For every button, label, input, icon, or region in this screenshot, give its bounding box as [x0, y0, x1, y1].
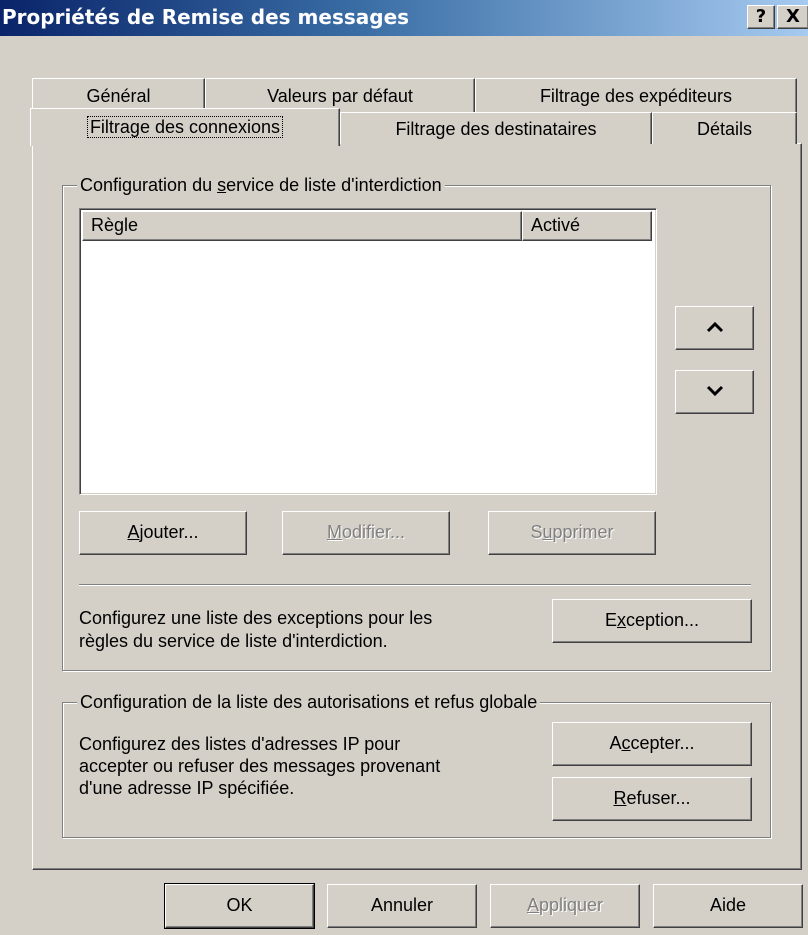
accept-button[interactable]: Accepter...	[552, 722, 752, 766]
help-title-button[interactable]: ?	[747, 5, 775, 29]
global-list-description-line3: d'une adresse IP spécifiée.	[79, 778, 295, 798]
window-title: Propriétés de Remise des messages	[2, 5, 410, 29]
move-up-button[interactable]	[675, 306, 754, 350]
exceptions-description-line1: Configurez une liste des exceptions pour…	[79, 608, 433, 628]
close-title-button[interactable]: X	[777, 5, 808, 29]
blocklist-group-title: Configuration du service de liste d'inte…	[77, 174, 445, 196]
move-down-button[interactable]	[675, 370, 754, 414]
exceptions-description-line2: règles du service de liste d'interdictio…	[79, 631, 388, 651]
apply-button[interactable]: Appliquer	[490, 884, 640, 928]
column-header-rule[interactable]: Règle	[82, 211, 522, 241]
refuse-button[interactable]: Refuser...	[552, 777, 752, 821]
tab-recipient-filtering[interactable]: Filtrage des destinataires	[340, 112, 652, 144]
modify-button[interactable]: Modifier...	[282, 511, 450, 555]
global-list-description-line2: accepter ou refuser des messages provena…	[79, 756, 441, 776]
tab-details[interactable]: Détails	[652, 112, 797, 144]
ok-button[interactable]: OK	[164, 883, 315, 929]
global-list-group-title: Configuration de la liste des autorisati…	[77, 691, 541, 713]
rules-list[interactable]: Règle Activé	[79, 208, 657, 495]
global-list-description-line1: Configurez des listes d'adresses IP pour	[79, 734, 401, 754]
help-button[interactable]: Aide	[653, 884, 803, 928]
delete-button[interactable]: Supprimer	[488, 511, 656, 555]
tab-connection-filtering[interactable]: Filtrage des connexions	[30, 108, 340, 146]
chevron-down-icon	[706, 385, 723, 397]
column-header-enabled[interactable]: Activé	[522, 211, 652, 241]
exception-button[interactable]: Exception...	[552, 599, 752, 643]
separator	[79, 584, 751, 586]
chevron-up-icon	[706, 321, 723, 333]
tab-sender-filtering[interactable]: Filtrage des expéditeurs	[475, 78, 797, 114]
title-bar: Propriétés de Remise des messages ? X	[0, 0, 808, 36]
cancel-button[interactable]: Annuler	[327, 884, 477, 928]
add-button[interactable]: Ajouter...	[79, 511, 247, 555]
